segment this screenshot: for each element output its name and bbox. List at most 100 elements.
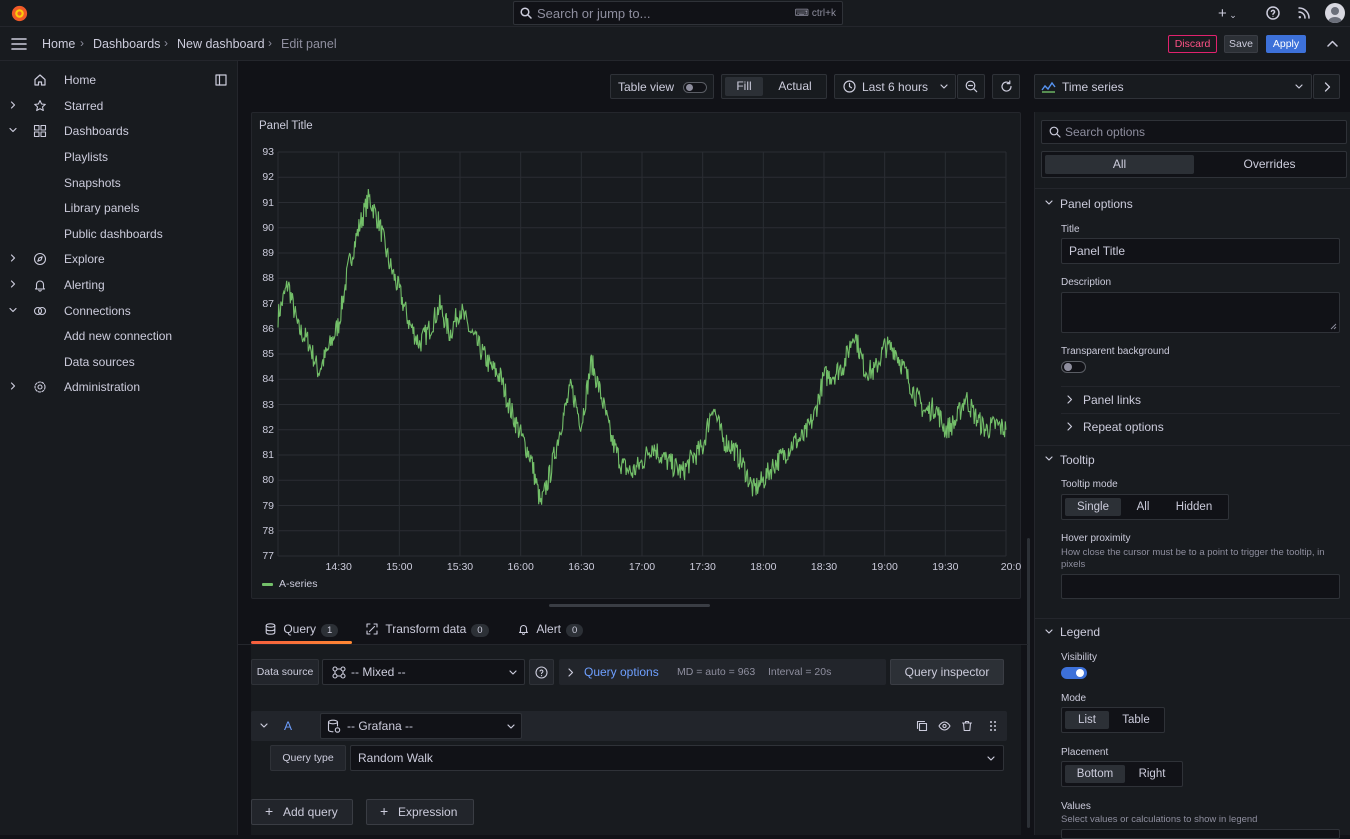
y-tick-label: 77: [262, 550, 274, 562]
legend-label: A-series: [279, 578, 318, 590]
query-ref-id[interactable]: A: [284, 719, 292, 733]
y-tick-label: 91: [262, 196, 274, 209]
bell-icon: [518, 625, 529, 635]
data-source-picker[interactable]: -- Mixed --: [322, 659, 525, 685]
data-source-value: -- Mixed --: [351, 665, 406, 679]
query-datasource-picker[interactable]: -- Grafana --: [320, 713, 522, 739]
data-source-help-button[interactable]: [529, 659, 554, 685]
query-row-header: A -- Grafana --: [251, 711, 1007, 741]
chevron-right-icon[interactable]: [1067, 422, 1073, 431]
visibility-label: Visibility: [1061, 652, 1097, 663]
active-tab-indicator: [251, 641, 352, 644]
tooltip-mode-label: Tooltip mode: [1061, 479, 1118, 490]
tab-query-label: Query: [283, 622, 317, 636]
search-options-placeholder: Search options: [1065, 125, 1146, 139]
tab-query-count: 1: [321, 624, 339, 637]
search-icon: [1049, 126, 1061, 138]
query-options-label: Query options: [584, 665, 659, 679]
drag-handle-icon[interactable]: [989, 720, 997, 732]
chevron-down-icon[interactable]: [1045, 456, 1053, 462]
panel-links-toggle[interactable]: Panel links: [1083, 393, 1141, 407]
expression-button[interactable]: + Expression: [366, 799, 474, 825]
x-tick-label: 17:30: [689, 561, 716, 573]
query-options-toggle[interactable]: Query options MD = auto = 963 Interval =…: [559, 659, 886, 685]
tab-alert[interactable]: Alert 0: [518, 622, 584, 637]
y-tick-label: 88: [262, 272, 274, 285]
legend-placement-right[interactable]: Right: [1129, 765, 1175, 783]
x-tick-label: 14:30: [325, 561, 352, 573]
expression-label: Expression: [398, 805, 458, 819]
hover-proximity-description: How close the cursor must be to a point …: [1061, 547, 1325, 570]
y-tick-label: 85: [262, 348, 274, 360]
plus-icon: +: [265, 803, 274, 819]
tab-transform-count: 0: [471, 624, 489, 637]
x-tick-label: 15:30: [446, 561, 474, 573]
section-legend[interactable]: Legend: [1060, 625, 1100, 639]
section-panel-options[interactable]: Panel options: [1060, 197, 1133, 211]
data-source-label: Data source: [251, 659, 319, 685]
y-tick-label: 87: [262, 297, 274, 310]
legend-mode-list[interactable]: List: [1065, 711, 1109, 729]
tab-alert-label: Alert: [536, 622, 562, 636]
grafana-datasource-icon: [327, 719, 341, 733]
legend-placement-bottom[interactable]: Bottom: [1065, 765, 1125, 783]
y-tick-label: 84: [262, 373, 274, 386]
query-type-value: Random Walk: [358, 751, 433, 765]
section-tooltip[interactable]: Tooltip: [1060, 453, 1095, 467]
options-tab-all[interactable]: All: [1045, 155, 1194, 174]
divider: [1061, 413, 1340, 414]
chevron-right-icon[interactable]: [1067, 395, 1073, 404]
x-tick-label: 18:30: [810, 561, 838, 573]
x-tick-label: 19:30: [932, 561, 959, 573]
tab-transform-data[interactable]: Transform data 0: [366, 622, 489, 637]
eye-icon[interactable]: [938, 720, 951, 732]
plus-icon: +: [380, 803, 389, 819]
title-input[interactable]: Panel Title: [1061, 238, 1340, 264]
tooltip-mode-radio: Single All Hidden: [1061, 494, 1229, 520]
legend-mode-table[interactable]: Table: [1113, 711, 1159, 729]
y-tick-label: 81: [262, 449, 274, 461]
pane-resize-handle[interactable]: [549, 604, 710, 607]
y-tick-label: 90: [262, 221, 274, 234]
search-options-input[interactable]: Search options: [1041, 120, 1347, 144]
duplicate-query-icon[interactable]: [916, 720, 928, 732]
repeat-options-toggle[interactable]: Repeat options: [1083, 420, 1164, 434]
transform-icon: [366, 623, 378, 635]
chevron-down-icon[interactable]: [1045, 200, 1053, 206]
scrollbar[interactable]: [1027, 538, 1030, 828]
hover-proximity-input[interactable]: [1061, 574, 1340, 599]
legend-placement-radio: Bottom Right: [1061, 761, 1183, 787]
transparent-background-label: Transparent background: [1061, 346, 1170, 357]
options-tabs: All Overrides: [1041, 151, 1347, 178]
legend-visibility-switch[interactable]: [1061, 667, 1087, 679]
chevron-down-icon[interactable]: [260, 723, 268, 729]
trash-icon[interactable]: [961, 720, 973, 732]
legend-values-select[interactable]: [1061, 829, 1340, 839]
tooltip-mode-all[interactable]: All: [1125, 498, 1161, 516]
help-icon: [535, 666, 548, 679]
description-label: Description: [1061, 277, 1112, 288]
tab-alert-count: 0: [566, 624, 584, 637]
divider: [1034, 188, 1350, 189]
chevron-down-icon[interactable]: [1045, 629, 1053, 635]
divider: [1034, 618, 1350, 619]
transparent-background-switch[interactable]: [1061, 361, 1086, 373]
y-tick-label: 80: [262, 474, 274, 487]
x-tick-label: 17:00: [628, 561, 656, 573]
query-datasource-value: -- Grafana --: [347, 719, 414, 733]
tooltip-mode-single[interactable]: Single: [1065, 498, 1121, 516]
divider: [1034, 445, 1350, 446]
description-textarea[interactable]: [1061, 292, 1340, 333]
title-input-value: Panel Title: [1069, 244, 1126, 258]
add-query-button[interactable]: + Add query: [251, 799, 353, 825]
switch-knob: [1076, 669, 1084, 677]
chevron-right-icon: [568, 668, 574, 677]
legend-mode-label: Mode: [1061, 693, 1087, 704]
query-type-select[interactable]: Random Walk: [350, 745, 1004, 771]
legend-values-description: Select values or calculations to show in…: [1061, 814, 1258, 825]
tab-query[interactable]: Query 1: [265, 622, 339, 637]
query-inspector-button[interactable]: Query inspector: [890, 659, 1004, 685]
tooltip-mode-hidden[interactable]: Hidden: [1165, 498, 1223, 516]
chevron-down-icon: [509, 670, 517, 675]
options-tab-overrides[interactable]: Overrides: [1195, 155, 1344, 174]
